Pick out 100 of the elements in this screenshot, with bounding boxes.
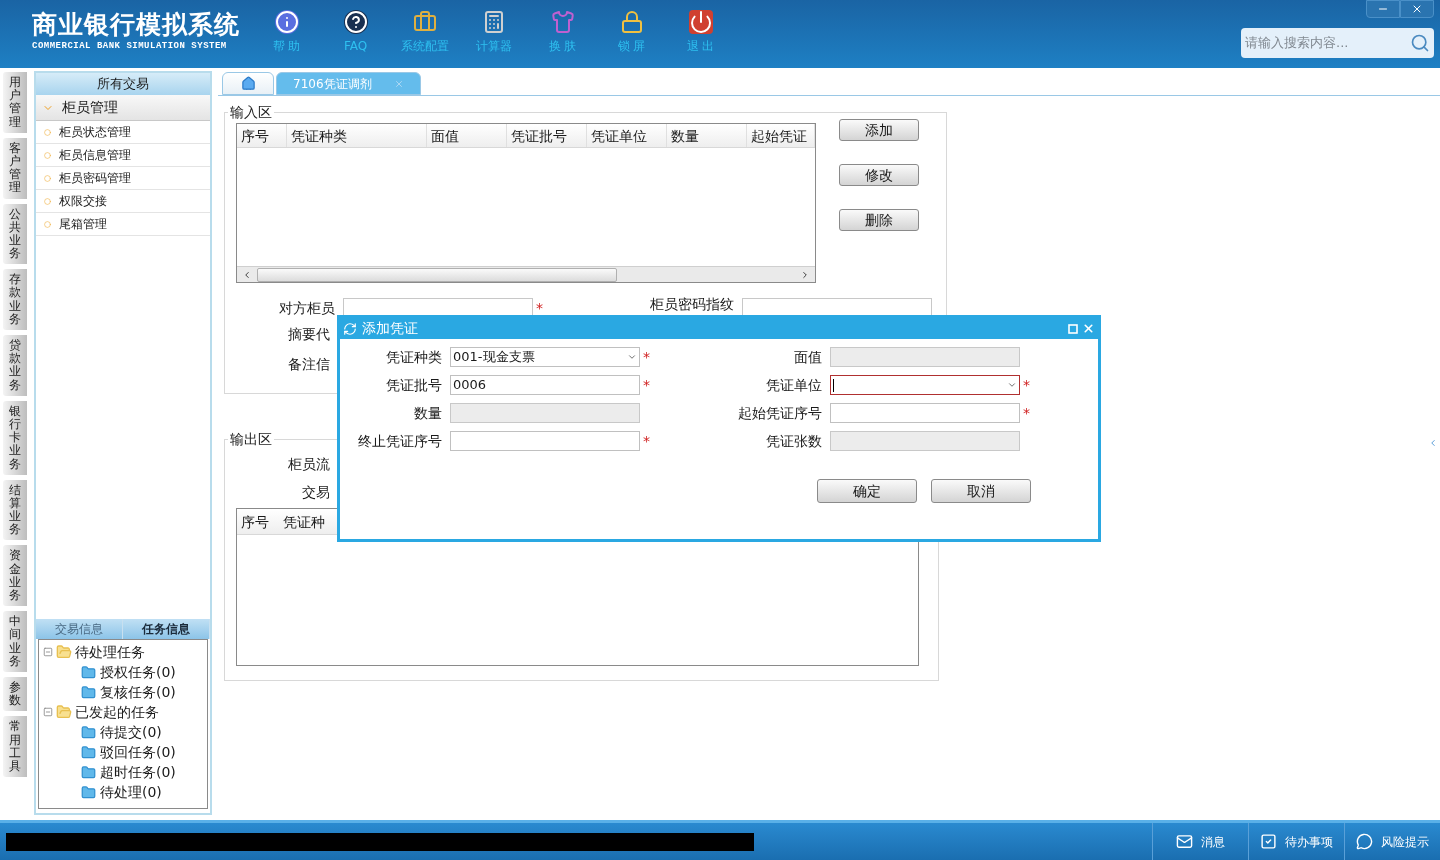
speech-bubble-icon	[1356, 833, 1373, 850]
home-tab[interactable]	[222, 72, 274, 95]
column-header: 序号	[237, 124, 287, 147]
input-field[interactable]	[830, 403, 1020, 423]
action-button[interactable]: 删除	[839, 209, 919, 231]
dropdown-field[interactable]	[830, 375, 1020, 395]
required-mark: *	[1023, 377, 1030, 393]
action-button[interactable]: 添加	[839, 119, 919, 141]
field-label: 终止凭证序号	[357, 431, 443, 451]
folder-icon	[81, 724, 96, 740]
folder-icon	[81, 784, 96, 800]
scroll-right-icon[interactable]	[800, 269, 810, 280]
status-button[interactable]: 消息	[1152, 823, 1248, 860]
side-tab[interactable]: 贷款业务	[3, 335, 27, 396]
input-field[interactable]: 0006	[450, 375, 640, 395]
side-tab[interactable]: 中间业务	[3, 611, 27, 672]
field-label: 凭证张数	[765, 431, 823, 451]
tree-node[interactable]: 待处理(0)	[100, 781, 162, 803]
tree-node[interactable]: 超时任务(0)	[100, 761, 176, 783]
dialog-title: 添加凭证	[362, 319, 418, 338]
collapse-icon[interactable]	[43, 707, 53, 717]
action-button[interactable]: 修改	[839, 164, 919, 186]
field-label: 备注信	[287, 354, 330, 374]
field-label: 交易	[301, 482, 330, 502]
field-label: 柜员流	[287, 454, 330, 474]
dialog-button[interactable]: 取消	[931, 479, 1031, 503]
shirt-icon	[550, 10, 575, 34]
side-tab[interactable]: 银行卡业务	[3, 400, 27, 475]
folder-icon	[81, 764, 96, 780]
checkbox-icon	[1260, 833, 1277, 850]
horizontal-scrollbar[interactable]	[237, 266, 815, 282]
search-input[interactable]: 请输入搜索内容...	[1245, 33, 1410, 53]
sidebar-header: 所有交易	[36, 73, 210, 95]
section-legend: 输出区	[228, 429, 274, 450]
dropdown-field[interactable]: 001-现金支票	[450, 347, 640, 367]
tree-node[interactable]: 授权任务(0)	[100, 661, 176, 683]
app-subtitle: COMMERCIAL BANK SIMULATION SYSTEM	[32, 40, 228, 52]
side-tab[interactable]: 结算业务	[3, 479, 27, 541]
side-tab[interactable]: 常用工具	[3, 716, 27, 778]
collapse-icon[interactable]	[43, 647, 53, 657]
dialog-button[interactable]: 确定	[817, 479, 917, 503]
panel-tab[interactable]: 交易信息	[36, 619, 123, 639]
sidebar-group[interactable]: 柜员管理	[36, 95, 210, 121]
field-label: 柜员密码指纹	[649, 294, 735, 314]
power-icon	[688, 10, 713, 34]
collapse-handle-icon[interactable]	[1428, 438, 1438, 448]
sidebar-item[interactable]: 尾箱管理	[36, 213, 210, 236]
field-label: 面值	[793, 347, 823, 367]
help-icon	[343, 10, 368, 34]
close-icon[interactable]	[393, 78, 404, 89]
maximize-button[interactable]	[1068, 322, 1078, 335]
required-mark: *	[1023, 405, 1030, 421]
tree-node[interactable]: 已发起的任务	[75, 701, 159, 723]
tree-node[interactable]: 待提交(0)	[100, 721, 162, 743]
side-tab[interactable]: 参数	[3, 676, 27, 712]
minimize-button[interactable]	[1366, 0, 1400, 18]
input-field[interactable]	[450, 431, 640, 451]
field-label: 起始凭证序号	[737, 403, 823, 423]
close-button[interactable]	[1082, 322, 1095, 335]
side-tab[interactable]: 客户管理	[3, 137, 27, 199]
field-label: 凭证批号	[385, 375, 443, 395]
panel-tab[interactable]: 任务信息	[123, 619, 210, 639]
required-mark: *	[536, 300, 543, 316]
column-header: 起始凭证	[747, 124, 815, 147]
close-icon	[1411, 3, 1423, 15]
input-field[interactable]	[742, 298, 932, 318]
side-tab[interactable]: 资金业务	[3, 545, 27, 607]
mail-icon	[1176, 833, 1193, 850]
status-button[interactable]: 风险提示	[1344, 823, 1440, 860]
search-icon	[1410, 33, 1430, 53]
search-field[interactable]: 请输入搜索内容...	[1241, 28, 1434, 58]
sidebar-item[interactable]: 权限交接	[36, 190, 210, 213]
home-icon	[240, 76, 256, 91]
column-header: 凭证批号	[507, 124, 587, 147]
sidebar-item[interactable]: 柜员密码管理	[36, 167, 210, 190]
app-title: 商业银行模拟系统	[32, 10, 241, 40]
field-label: 摘要代	[287, 324, 330, 344]
tree-node[interactable]: 复核任务(0)	[100, 681, 176, 703]
section-legend: 输入区	[228, 102, 274, 123]
input-field[interactable]	[343, 298, 533, 318]
side-tab[interactable]: 公共业务	[3, 203, 27, 265]
sidebar-item[interactable]: 柜员信息管理	[36, 144, 210, 167]
column-header: 面值	[427, 124, 507, 147]
close-button[interactable]	[1400, 0, 1434, 18]
side-tab[interactable]: 存款业务	[3, 269, 27, 330]
status-button[interactable]: 待办事项	[1248, 823, 1344, 860]
field-label: 对方柜员	[278, 298, 336, 318]
lock-icon	[619, 10, 644, 34]
scroll-left-icon[interactable]	[242, 269, 252, 280]
side-tab[interactable]: 用户管理	[3, 72, 27, 133]
folder-icon	[81, 664, 96, 680]
column-header: 凭证种	[282, 513, 326, 532]
scroll-thumb[interactable]	[257, 267, 617, 282]
info-icon	[274, 10, 299, 34]
folder-icon	[56, 644, 72, 660]
tree-node[interactable]: 驳回任务(0)	[100, 741, 176, 763]
required-mark: *	[643, 349, 650, 365]
field-label: 数量	[413, 403, 443, 423]
sidebar-item[interactable]: 柜员状态管理	[36, 121, 210, 144]
tree-node[interactable]: 待处理任务	[75, 641, 145, 663]
